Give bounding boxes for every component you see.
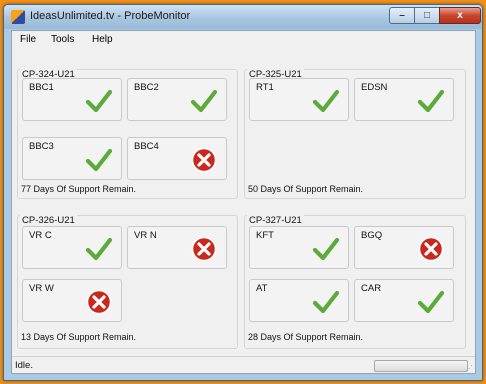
probe-name: BBC3 [29, 141, 54, 152]
probe-tile-vr-c[interactable]: VR C [22, 226, 122, 269]
probe-tile-bbc4[interactable]: BBC4 [127, 137, 227, 180]
window-title: IdeasUnlimited.tv - ProbeMonitor [30, 10, 191, 22]
probe-tile-kft[interactable]: KFT [249, 226, 349, 269]
probe-name: BBC1 [29, 82, 54, 93]
close-button[interactable]: x [439, 7, 481, 24]
probe-name: VR N [134, 230, 157, 241]
support-remaining-text: 13 Days Of Support Remain. [21, 332, 137, 342]
app-window: IdeasUnlimited.tv - ProbeMonitor – □ x F… [3, 4, 483, 381]
support-remaining-text: 77 Days Of Support Remain. [21, 184, 137, 194]
red-x-circle-icon [417, 235, 445, 263]
menu-bar: File Tools Help [12, 31, 475, 49]
probe-group-cp-324: CP-324-U21 BBC1 BBC2 BBC3 BBC4 77 Days O… [17, 69, 238, 199]
probe-name: AT [256, 283, 268, 294]
green-check-icon [190, 87, 218, 115]
support-remaining-text: 28 Days Of Support Remain. [248, 332, 364, 342]
probe-tile-rt1[interactable]: RT1 [249, 78, 349, 121]
probe-tile-vr-w[interactable]: VR W [22, 279, 122, 322]
minimize-button[interactable]: – [389, 7, 415, 24]
support-remaining-text: 50 Days Of Support Remain. [248, 184, 364, 194]
menu-file[interactable]: File [20, 34, 36, 45]
resize-grip-icon[interactable]: ⋰ [465, 364, 473, 373]
probe-tile-bgq[interactable]: BGQ [354, 226, 454, 269]
group-title: CP-327-U21 [247, 215, 304, 226]
green-check-icon [85, 146, 113, 174]
title-bar[interactable]: IdeasUnlimited.tv - ProbeMonitor – □ x [4, 5, 482, 29]
green-check-icon [312, 235, 340, 263]
status-text: Idle. [15, 360, 33, 371]
red-x-circle-icon [85, 288, 113, 316]
app-logo-icon [11, 10, 25, 24]
probe-tile-bbc2[interactable]: BBC2 [127, 78, 227, 121]
status-bar: Idle. ⋰ [12, 356, 475, 374]
group-title: CP-326-U21 [20, 215, 77, 226]
probe-group-cp-326: CP-326-U21 VR C VR N VR W 13 Days Of Sup… [17, 215, 238, 349]
probe-group-cp-325: CP-325-U21 RT1 EDSN 50 Days Of Support R… [244, 69, 466, 199]
menu-help[interactable]: Help [92, 34, 113, 45]
red-x-circle-icon [190, 235, 218, 263]
probe-name: RT1 [256, 82, 274, 93]
probe-name: BBC4 [134, 141, 159, 152]
green-check-icon [85, 235, 113, 263]
probe-name: KFT [256, 230, 274, 241]
progress-bar [374, 360, 468, 372]
probe-name: CAR [361, 283, 382, 294]
maximize-button[interactable]: □ [414, 7, 440, 24]
probe-tile-bbc3[interactable]: BBC3 [22, 137, 122, 180]
green-check-icon [312, 288, 340, 316]
probe-tile-vr-n[interactable]: VR N [127, 226, 227, 269]
green-check-icon [417, 87, 445, 115]
green-check-icon [312, 87, 340, 115]
green-check-icon [85, 87, 113, 115]
probe-name: VR W [29, 283, 54, 294]
probe-name: BBC2 [134, 82, 159, 93]
probe-tile-car[interactable]: CAR [354, 279, 454, 322]
red-x-circle-icon [190, 146, 218, 174]
probe-group-cp-327: CP-327-U21 KFT BGQ AT CAR 28 Days Of Sup… [244, 215, 466, 349]
probe-tile-edsn[interactable]: EDSN [354, 78, 454, 121]
probe-tile-bbc1[interactable]: BBC1 [22, 78, 122, 121]
probe-name: EDSN [361, 82, 388, 93]
probe-name: VR C [29, 230, 52, 241]
green-check-icon [417, 288, 445, 316]
probe-name: BGQ [361, 230, 383, 241]
menu-tools[interactable]: Tools [51, 34, 74, 45]
probe-tile-at[interactable]: AT [249, 279, 349, 322]
client-area: File Tools Help CP-324-U21 BBC1 BBC2 BBC… [11, 30, 476, 374]
